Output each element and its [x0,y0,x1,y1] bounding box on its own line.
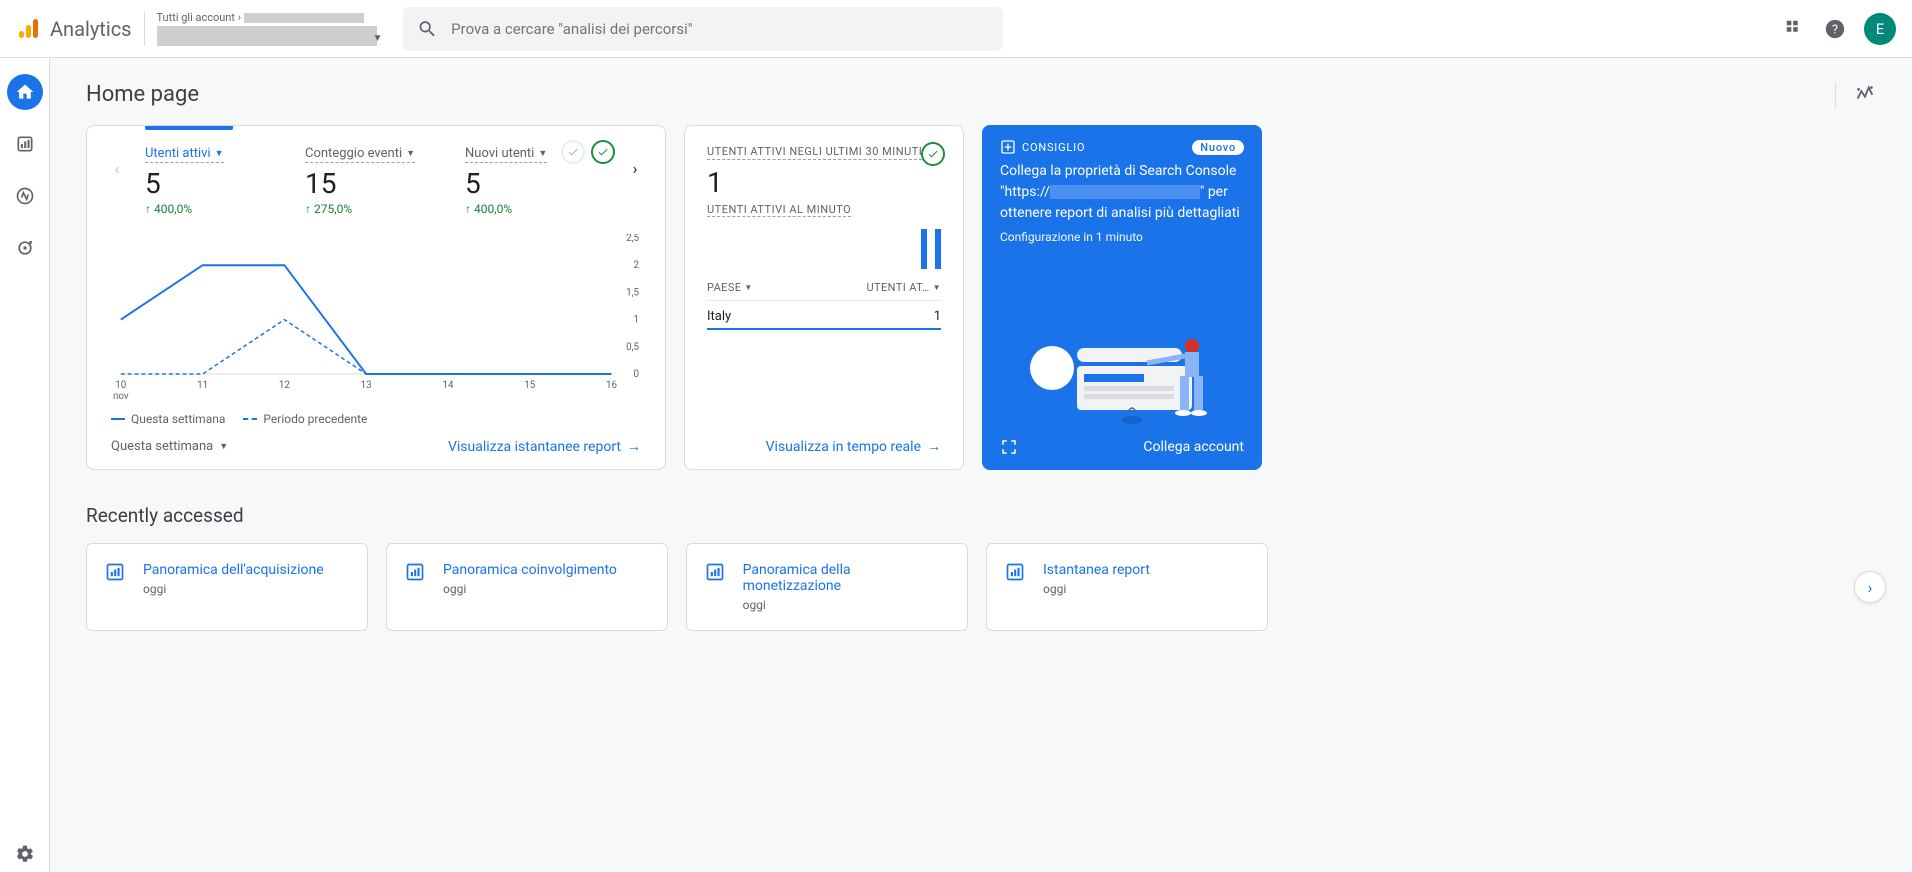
property-redacted [157,26,377,46]
arrow-right-icon: → [927,438,941,455]
legend-solid-line [111,418,125,420]
svg-text:?: ? [1832,22,1838,37]
tip-label: CONSIGLIO [1022,141,1085,154]
realtime-sparkline [707,225,941,269]
chevron-down-icon: ▼ [538,148,547,159]
svg-text:15: 15 [524,380,535,391]
svg-text:13: 13 [361,380,372,391]
sidebar-item-reports[interactable] [7,126,43,162]
sidebar-item-explore[interactable] [7,178,43,214]
recently-accessed-list: Panoramica dell'acquisizioneoggi Panoram… [86,543,1876,631]
chevron-down-icon: ▼ [215,148,224,159]
tip-icon [1000,139,1016,155]
sidebar-item-admin[interactable] [7,836,43,872]
recent-card[interactable]: Istantanea reportoggi [986,543,1268,631]
app-name: Analytics [50,17,132,41]
arrow-right-icon: → [627,438,641,455]
fullscreen-icon[interactable] [1000,438,1018,456]
chart-legend: Questa settimana Periodo precedente [111,412,641,426]
country-header[interactable]: PAESE ▼ [707,281,753,294]
chevron-down-icon: ▼ [933,283,941,292]
report-icon [105,562,129,586]
insights-button[interactable] [1835,82,1876,108]
search-icon [417,18,438,40]
svg-text:14: 14 [442,380,453,391]
chevron-down-icon: ▼ [373,33,383,44]
svg-text:2,5: 2,5 [626,234,639,244]
link-account-button[interactable]: Collega account [1143,439,1244,455]
tip-illustration [1000,252,1244,428]
metric-new-users[interactable]: Nuovi utenti▼ 5 ↑ 400,0% [465,146,625,216]
realtime-card: UTENTI ATTIVI NEGLI ULTIMI 30 MINUTI 1 U… [684,125,964,470]
account-picker[interactable]: Tutti gli account › ▼ [144,11,377,46]
recent-card[interactable]: Panoramica della monetizzazioneoggi [686,543,968,631]
metric-event-count[interactable]: Conteggio eventi▼ 15 ↑ 275,0% [305,146,465,216]
tip-card: CONSIGLIO Nuovo Collega la proprietà di … [982,125,1262,470]
sidebar-item-home[interactable] [7,74,43,110]
search-box[interactable] [403,7,1003,51]
realtime-subtitle: UTENTI ATTIVI AL MINUTO [707,203,851,217]
report-icon [705,562,729,586]
realtime-table: PAESE ▼ UTENTI AT… ▼ Italy1 [707,281,941,330]
account-breadcrumb: Tutti gli account [157,11,235,24]
new-badge: Nuovo [1192,140,1244,155]
status-badge-ok [921,142,945,166]
date-range-selector[interactable]: Questa settimana▼ [111,439,228,454]
report-icon [405,562,429,586]
svg-text:2: 2 [634,260,640,271]
users-header[interactable]: UTENTI AT… ▼ [867,281,942,294]
account-redacted [244,13,364,23]
chevron-down-icon: ▼ [406,148,415,159]
avatar[interactable]: E [1864,13,1896,45]
svg-text:0,5: 0,5 [626,342,639,353]
svg-text:11: 11 [197,380,208,391]
table-row: Italy1 [707,301,941,328]
recent-card[interactable]: Panoramica dell'acquisizioneoggi [86,543,368,631]
sidebar [0,58,50,872]
analytics-logo-icon [16,17,40,41]
realtime-title: UTENTI ATTIVI NEGLI ULTIMI 30 MINUTI [707,144,922,160]
trend-chart: 0 0,5 1 1,5 2 2,5 10nov 11 12 13 14 15 16 [111,234,641,404]
search-input[interactable] [451,20,988,38]
svg-text:12: 12 [279,380,290,391]
svg-text:10: 10 [115,380,126,391]
svg-text:0: 0 [634,369,640,380]
help-icon[interactable]: ? [1824,18,1846,40]
legend-dashed-line [243,418,257,420]
view-reports-link[interactable]: Visualizza istantanee report→ [448,438,641,455]
sidebar-item-advertising[interactable] [7,230,43,266]
chevron-down-icon: ▼ [219,441,228,452]
page-title: Home page [86,82,1876,107]
apps-icon[interactable] [1784,18,1806,40]
svg-text:1: 1 [634,315,640,326]
svg-text:1,5: 1,5 [626,287,639,298]
svg-text:nov: nov [113,391,129,402]
metric-active-users[interactable]: Utenti attivi▼ 5 ↑ 400,0% [145,146,305,216]
view-realtime-link[interactable]: Visualizza in tempo reale→ [766,438,941,455]
recent-card[interactable]: Panoramica coinvolgimentooggi [386,543,668,631]
tip-body: Collega la proprietà di Search Console "… [1000,161,1244,224]
chevron-down-icon: ▼ [744,283,752,292]
realtime-value: 1 [707,166,941,199]
recently-accessed-title: Recently accessed [86,504,1876,527]
next-recent-button[interactable]: › [1854,571,1886,603]
app-header: Analytics Tutti gli account › ▼ ? E [0,0,1912,58]
report-icon [1005,562,1029,586]
tip-subtitle: Configurazione in 1 minuto [1000,230,1244,244]
url-redacted [1050,185,1200,199]
active-tab-indicator [145,126,233,130]
svg-text:16: 16 [606,380,617,391]
metrics-card: ‹ › Utenti attivi▼ 5 ↑ 400,0% Conteggio … [86,125,666,470]
